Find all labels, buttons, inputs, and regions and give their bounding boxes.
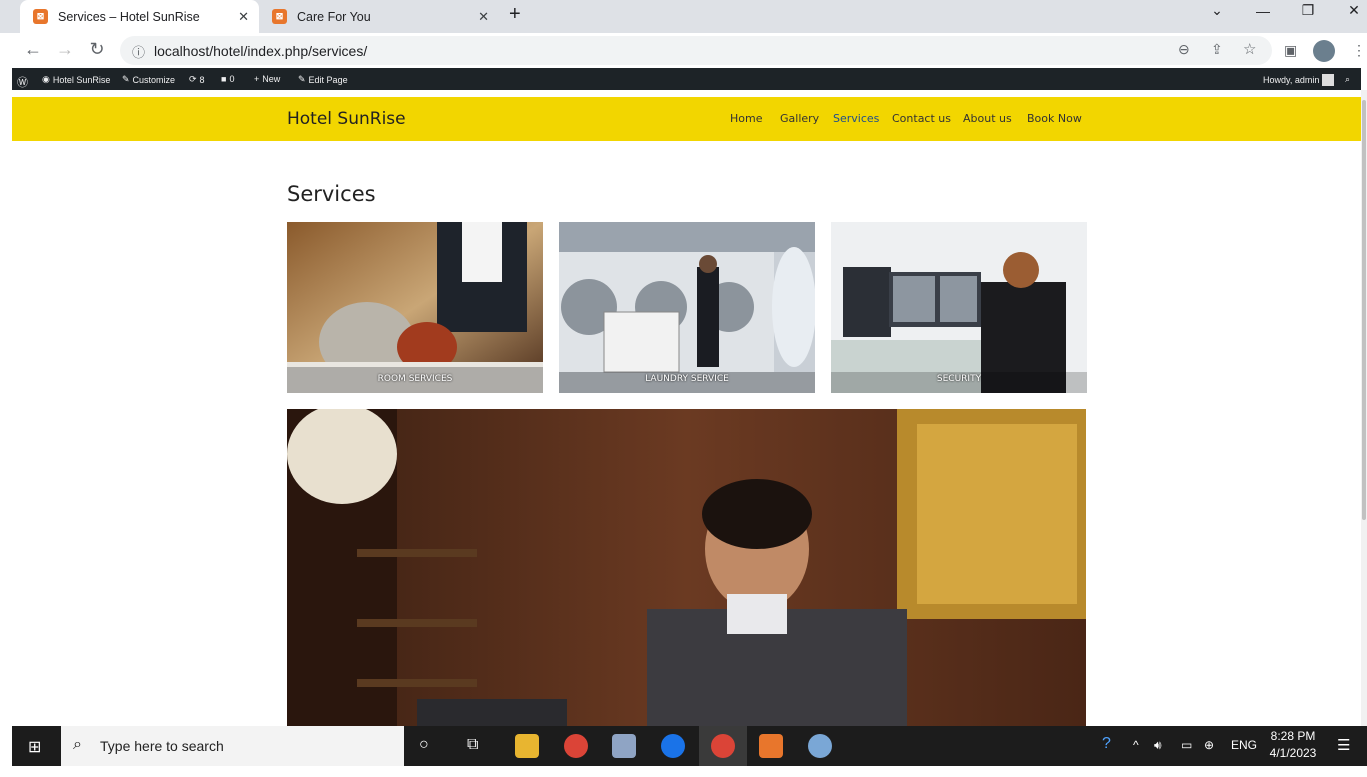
tab-services[interactable]: ⊠ Services – Hotel SunRise ✕ bbox=[20, 0, 259, 33]
tab-title: Care For You bbox=[297, 9, 371, 24]
maximize-button[interactable]: ❐ bbox=[1293, 2, 1323, 19]
battery-icon[interactable]: ▭ bbox=[1181, 738, 1192, 752]
clock[interactable]: 8:28 PM 4/1/2023 bbox=[1269, 729, 1317, 760]
cortana-icon[interactable]: ○ bbox=[419, 736, 429, 754]
chrome-active-icon[interactable] bbox=[711, 734, 735, 758]
globe-icon[interactable]: ⊕ bbox=[1204, 738, 1214, 752]
wp-edit-page-link[interactable]: ✎ Edit Page bbox=[298, 74, 348, 85]
user-avatar bbox=[1322, 74, 1335, 86]
wp-howdy-label: Howdy, admin bbox=[1263, 75, 1320, 85]
wp-customize-link[interactable]: ✎ Customize bbox=[122, 74, 175, 85]
hero-image-receptionist bbox=[287, 409, 1086, 727]
bookmark-star-icon[interactable]: ☆ bbox=[1243, 40, 1256, 58]
tab-care-for-you[interactable]: ⊠ Care For You ✕ bbox=[259, 0, 499, 33]
service-card-security[interactable]: SECURITY bbox=[831, 222, 1087, 393]
tab-search-chevron-icon[interactable]: ⌄ bbox=[1202, 2, 1232, 19]
site-brand[interactable]: Hotel SunRise bbox=[287, 109, 406, 129]
close-tab-icon[interactable]: ✕ bbox=[238, 9, 249, 25]
card-caption: ROOM SERVICES bbox=[377, 374, 453, 384]
address-bar[interactable]: ⓘ localhost/hotel/index.php/services/ ⊖ … bbox=[120, 36, 1272, 65]
wp-admin-bar: Ⓦ ◉ Hotel SunRise ✎ Customize ⟳ 8 ■ 0 + … bbox=[12, 68, 1361, 90]
minimize-button[interactable]: — bbox=[1248, 3, 1278, 19]
xampp-favicon-icon: ⊠ bbox=[33, 9, 48, 24]
nav-services[interactable]: Services bbox=[833, 112, 879, 125]
wp-updates-count: 8 bbox=[199, 74, 205, 85]
windows-start-icon[interactable]: ⊞ bbox=[28, 737, 41, 757]
language-indicator[interactable]: ENG bbox=[1231, 738, 1257, 752]
new-tab-button[interactable]: + bbox=[509, 3, 521, 26]
profile-avatar[interactable] bbox=[1313, 40, 1335, 62]
network-app-icon[interactable] bbox=[612, 734, 636, 758]
close-window-button[interactable]: ✕ bbox=[1339, 2, 1367, 19]
scrollbar-thumb[interactable] bbox=[1362, 100, 1366, 520]
plus-icon: + bbox=[254, 74, 260, 84]
taskbar-search-input[interactable]: ⌕ Type here to search bbox=[61, 726, 404, 766]
file-explorer-icon[interactable] bbox=[515, 734, 539, 758]
wp-new-label: New bbox=[262, 74, 281, 84]
receptionist-image bbox=[287, 409, 1086, 727]
nav-about[interactable]: About us bbox=[963, 112, 1012, 125]
url-text[interactable]: localhost/hotel/index.php/services/ bbox=[154, 43, 367, 59]
pencil-icon: ✎ bbox=[298, 74, 306, 84]
clock-date: 4/1/2023 bbox=[1269, 746, 1317, 760]
bluetooth-icon[interactable] bbox=[661, 734, 685, 758]
wp-customize-label: Customize bbox=[132, 74, 176, 85]
service-card-room[interactable]: ROOM SERVICES bbox=[287, 222, 543, 393]
comment-icon: ■ bbox=[221, 74, 227, 84]
laundry-service-image bbox=[559, 222, 815, 393]
back-arrow-icon[interactable]: ← bbox=[21, 39, 45, 60]
search-placeholder: Type here to search bbox=[100, 738, 224, 754]
nav-contact[interactable]: Contact us bbox=[892, 112, 951, 125]
task-view-icon[interactable]: ⧉ bbox=[467, 736, 478, 754]
wp-site-link[interactable]: ◉ Hotel SunRise bbox=[42, 74, 110, 85]
nav-gallery[interactable]: Gallery bbox=[780, 112, 819, 125]
help-icon[interactable]: ? bbox=[1102, 735, 1111, 753]
xampp-icon[interactable] bbox=[759, 734, 783, 758]
wordpress-logo-icon[interactable]: Ⓦ bbox=[17, 74, 28, 90]
nav-home[interactable]: Home bbox=[730, 112, 762, 125]
wp-comments-link[interactable]: ■ 0 bbox=[221, 74, 234, 84]
clock-time: 8:28 PM bbox=[1270, 729, 1316, 743]
share-icon[interactable]: ⇪ bbox=[1211, 41, 1223, 58]
security-image bbox=[831, 222, 1087, 393]
menu-kebab-icon[interactable]: ⋮ bbox=[1352, 42, 1366, 59]
site-header: Hotel SunRise Home Gallery Services Cont… bbox=[12, 97, 1361, 141]
service-card-laundry[interactable]: LAUNDRY SERVICE bbox=[559, 222, 815, 393]
paint-app-icon[interactable] bbox=[808, 734, 832, 758]
volume-icon[interactable]: 🔊︎ bbox=[1154, 738, 1162, 753]
page-scrollbar[interactable] bbox=[1361, 90, 1367, 726]
updates-icon: ⟳ bbox=[189, 74, 197, 84]
wp-comments-count: 0 bbox=[229, 74, 235, 84]
wp-edit-label: Edit Page bbox=[308, 74, 348, 85]
chrome-icon[interactable] bbox=[564, 734, 588, 758]
notification-icon[interactable]: ☰ bbox=[1337, 736, 1350, 754]
tab-title: Services – Hotel SunRise bbox=[58, 9, 200, 24]
wp-updates-link[interactable]: ⟳ 8 bbox=[189, 74, 205, 85]
zoom-icon[interactable]: ⊖ bbox=[1178, 41, 1190, 58]
room-service-image bbox=[287, 222, 543, 393]
browser-tab-strip: ⊠ Services – Hotel SunRise ✕ ⊠ Care For … bbox=[0, 0, 1367, 33]
card-caption: LAUNDRY SERVICE bbox=[645, 374, 729, 384]
wp-search-icon[interactable]: ⌕ bbox=[1345, 74, 1350, 85]
tray-chevron-icon[interactable]: ^ bbox=[1133, 738, 1139, 752]
dashboard-icon: ◉ bbox=[42, 74, 50, 84]
xampp-favicon-icon: ⊠ bbox=[272, 9, 287, 24]
wp-new-link[interactable]: + New bbox=[254, 74, 280, 84]
card-caption: SECURITY bbox=[936, 374, 982, 384]
browser-toolbar: ← → ↻ ⓘ localhost/hotel/index.php/servic… bbox=[0, 33, 1367, 68]
forward-arrow-icon[interactable]: → bbox=[53, 39, 77, 60]
page-title: Services bbox=[287, 182, 376, 206]
wp-account-link[interactable]: Howdy, admin bbox=[1263, 74, 1335, 86]
brush-icon: ✎ bbox=[122, 74, 130, 84]
reload-icon[interactable]: ↻ bbox=[85, 39, 109, 60]
site-info-icon[interactable]: ⓘ bbox=[132, 42, 145, 61]
side-panel-icon[interactable]: ▣ bbox=[1284, 42, 1297, 59]
nav-book-now[interactable]: Book Now bbox=[1027, 112, 1082, 125]
wp-site-name: Hotel SunRise bbox=[52, 74, 111, 85]
windows-taskbar: ⊞ ⌕ Type here to search ○ ⧉ ? ^ 🔊︎ ▭ ⊕ E… bbox=[12, 726, 1367, 766]
close-tab-icon[interactable]: ✕ bbox=[478, 9, 489, 25]
search-icon: ⌕ bbox=[73, 736, 82, 753]
